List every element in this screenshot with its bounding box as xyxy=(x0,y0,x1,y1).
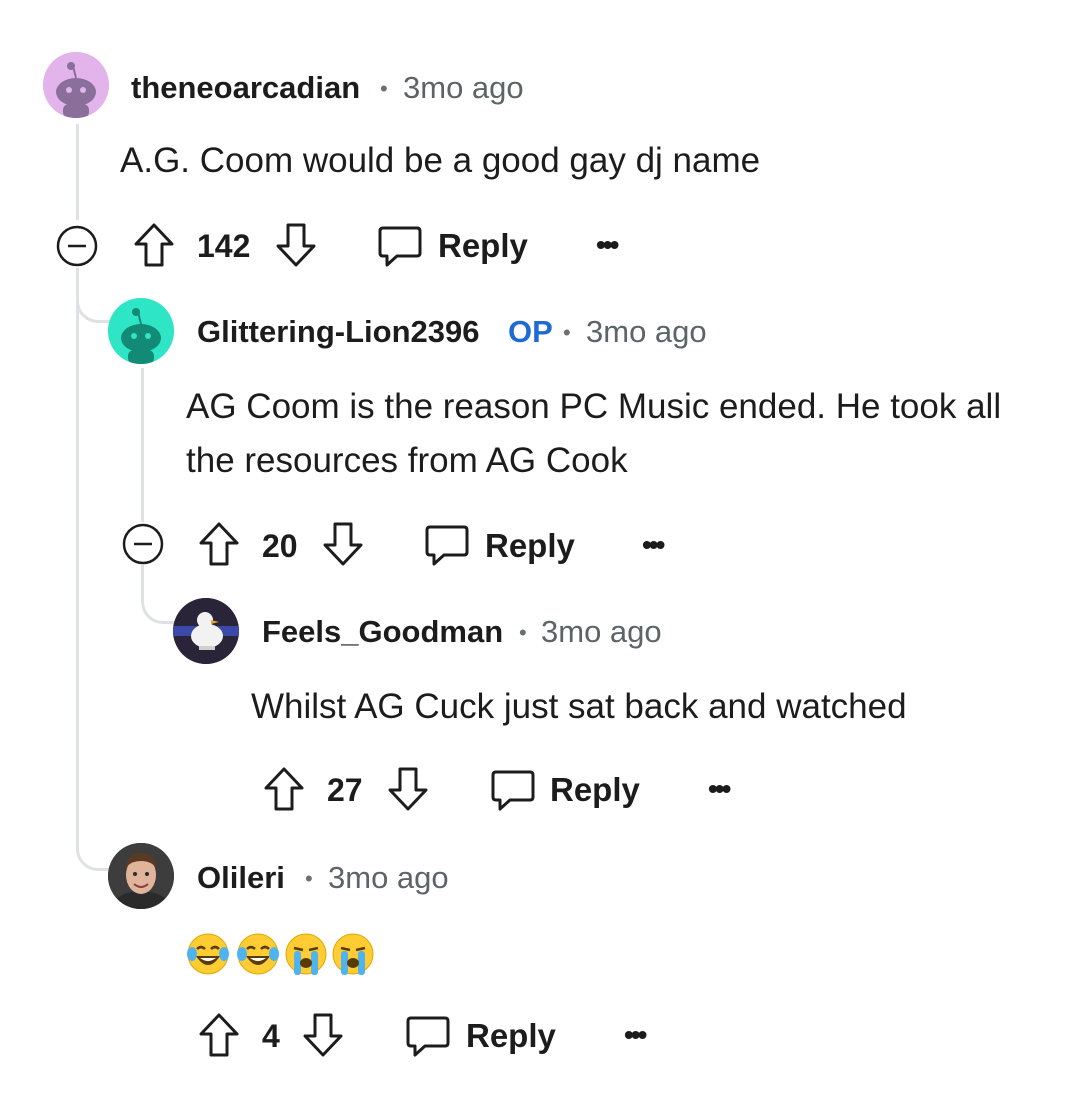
comment-body: A.G. Coom would be a good gay dj name xyxy=(120,141,761,180)
avatar[interactable] xyxy=(43,52,109,118)
loudly-crying-face-icon xyxy=(284,932,328,976)
timestamp: 3mo ago xyxy=(586,314,707,349)
comment-body: AG Coom is the reason PC Music ended. He… xyxy=(186,387,1002,480)
op-badge: OP xyxy=(508,314,553,349)
thread-elbow xyxy=(141,565,176,624)
thread-line-level-2 xyxy=(141,368,144,522)
username[interactable]: Olileri xyxy=(197,860,285,896)
vote-score: 142 xyxy=(197,228,251,264)
thread-line-level-1 xyxy=(76,124,79,220)
upvote-icon[interactable] xyxy=(263,766,305,817)
more-options-button[interactable]: ••• xyxy=(624,1019,647,1051)
face-with-tears-of-joy-icon xyxy=(236,932,280,976)
reply-button[interactable]: Reply xyxy=(550,771,640,809)
vote-score: 20 xyxy=(262,528,298,564)
thread-elbow xyxy=(76,290,111,323)
meta-separator: • xyxy=(305,866,313,891)
upvote-icon[interactable] xyxy=(198,1012,240,1063)
comment-body: Whilst AG Cuck just sat back and watched xyxy=(251,687,907,726)
reply-button[interactable]: Reply xyxy=(466,1017,556,1055)
reply-icon[interactable] xyxy=(424,523,470,572)
vote-score: 27 xyxy=(327,772,363,808)
loudly-crying-face-icon xyxy=(331,932,375,976)
timestamp: 3mo ago xyxy=(328,860,449,895)
username[interactable]: Glittering-Lion2396 xyxy=(197,314,479,350)
meta-separator: • xyxy=(519,620,527,645)
avatar[interactable] xyxy=(108,843,174,909)
more-options-button[interactable]: ••• xyxy=(708,773,731,805)
meta-separator: • xyxy=(380,76,388,101)
collapse-icon[interactable] xyxy=(55,224,99,273)
more-options-button[interactable]: ••• xyxy=(642,529,665,561)
avatar[interactable] xyxy=(108,298,174,364)
thread-elbow xyxy=(76,820,111,871)
reply-button[interactable]: Reply xyxy=(438,227,528,265)
username[interactable]: theneoarcadian xyxy=(131,70,360,106)
meta-separator: • xyxy=(563,320,571,345)
face-with-tears-of-joy-icon xyxy=(186,932,230,976)
avatar[interactable] xyxy=(173,598,239,664)
downvote-icon[interactable] xyxy=(302,1012,344,1063)
upvote-icon[interactable] xyxy=(198,521,240,572)
vote-score: 4 xyxy=(262,1018,280,1054)
more-options-button[interactable]: ••• xyxy=(596,229,619,261)
username[interactable]: Feels_Goodman xyxy=(262,614,503,650)
downvote-icon[interactable] xyxy=(275,222,317,273)
reply-button[interactable]: Reply xyxy=(485,527,575,565)
reply-icon[interactable] xyxy=(405,1014,451,1063)
downvote-icon[interactable] xyxy=(322,521,364,572)
collapse-icon[interactable] xyxy=(121,522,165,571)
thread-line-level-1 xyxy=(76,320,79,820)
upvote-icon[interactable] xyxy=(133,222,175,273)
timestamp: 3mo ago xyxy=(541,614,662,649)
downvote-icon[interactable] xyxy=(387,766,429,817)
timestamp: 3mo ago xyxy=(403,70,524,105)
reply-icon[interactable] xyxy=(377,224,423,273)
reply-icon[interactable] xyxy=(490,768,536,817)
